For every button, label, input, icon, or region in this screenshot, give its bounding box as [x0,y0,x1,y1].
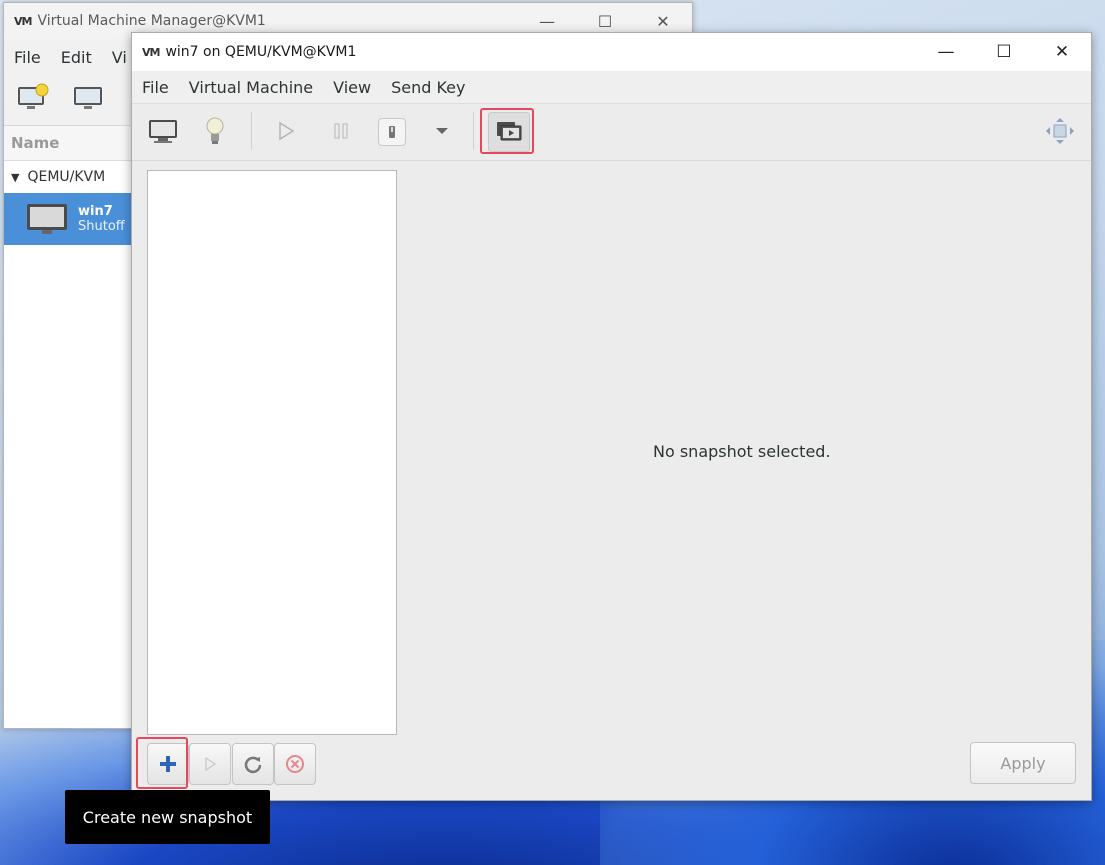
shutdown-icon[interactable] [378,118,406,146]
start-snapshot-button[interactable] [189,743,231,785]
refresh-snapshots-button[interactable] [232,743,274,785]
open-console-icon[interactable] [72,83,106,117]
snapshots-highlight [480,108,534,154]
tooltip: Create new snapshot [65,790,270,844]
window-title: Virtual Machine Manager@KVM1 [37,13,266,29]
add-snapshot-highlight [136,737,188,789]
start-icon [205,756,217,772]
toolbar-separator [251,112,252,150]
group-label: QEMU/KVM [27,169,106,185]
console-icon[interactable] [146,114,180,148]
menu-view[interactable]: View [323,78,381,97]
new-vm-icon[interactable] [16,83,50,117]
maximize-icon[interactable]: ☐ [975,33,1033,71]
apply-button[interactable]: Apply [970,742,1076,784]
dropdown-icon[interactable] [425,114,459,148]
pause-icon[interactable] [324,114,358,148]
vm-status: Shutoff [78,219,125,234]
fullscreen-icon[interactable] [1043,114,1077,148]
menu-file[interactable]: File [4,48,51,67]
toolbar-separator [473,112,474,150]
no-snapshot-message: No snapshot selected. [653,442,831,461]
vm-window: VM win7 on QEMU/KVM@KVM1 — ☐ ✕ File Virt… [131,32,1092,801]
vm-name: win7 [78,204,113,219]
vm-monitor-icon [27,204,67,234]
refresh-icon [244,756,262,774]
app-logo-icon: VM [14,14,32,28]
menubar: File Virtual Machine View Send Key [132,71,1091,104]
menu-edit[interactable]: Edit [51,48,102,67]
details-icon[interactable] [198,114,232,148]
window-controls: — ☐ ✕ [917,33,1091,71]
titlebar: VM win7 on QEMU/KVM@KVM1 — ☐ ✕ [132,33,1091,71]
menu-file[interactable]: File [132,78,179,97]
toolbar [132,104,1091,161]
delete-snapshot-button[interactable] [274,743,316,785]
minimize-icon[interactable]: — [917,33,975,71]
delete-icon [286,755,304,773]
expander-icon[interactable]: ▼ [11,171,19,184]
menu-send-key[interactable]: Send Key [381,78,475,97]
close-icon[interactable]: ✕ [1033,33,1091,71]
snapshot-list[interactable] [147,170,397,735]
window-title: win7 on QEMU/KVM@KVM1 [165,44,357,60]
menu-virtual-machine[interactable]: Virtual Machine [179,78,323,97]
app-logo-icon: VM [142,45,160,59]
run-icon[interactable] [269,114,303,148]
